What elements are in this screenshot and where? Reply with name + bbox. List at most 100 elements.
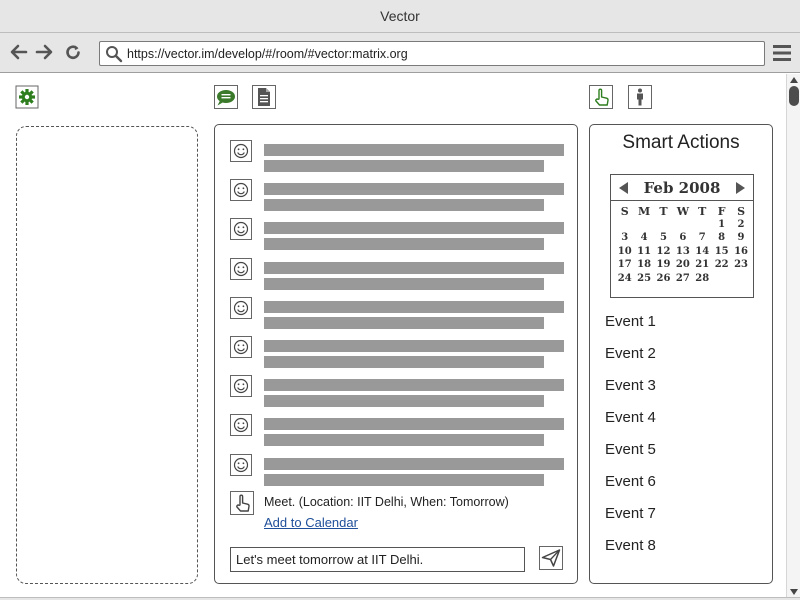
app-content: Meet. (Location: IIT Delhi, When: Tomorr…: [0, 74, 786, 600]
calendar-week-row: 17 18 19 20 21 22 23: [615, 259, 751, 273]
url-bar[interactable]: https://vector.im/develop/#/room/#vector…: [99, 41, 765, 66]
arrow-right-icon: [35, 44, 53, 60]
calendar-day[interactable]: 21: [693, 259, 712, 273]
calendar-day[interactable]: 18: [634, 259, 653, 273]
smiley-avatar-icon: [230, 179, 252, 202]
calendar-day[interactable]: 25: [634, 273, 653, 287]
hand-pointer-icon: [230, 491, 254, 515]
calendar-day[interactable]: 15: [712, 246, 731, 260]
calendar-day[interactable]: 20: [673, 259, 692, 273]
calendar-weekday-row: SMTWTFS: [615, 205, 751, 219]
smart-actions-toggle-button[interactable]: [589, 85, 613, 109]
event-item[interactable]: Event 8: [605, 537, 656, 569]
calendar-weekday: T: [659, 205, 668, 218]
scroll-thumb[interactable]: [789, 86, 799, 106]
window-title: Vector: [380, 8, 420, 24]
scroll-up-icon[interactable]: [789, 76, 799, 84]
calendar-day[interactable]: 7: [693, 232, 712, 246]
chat-panel: Meet. (Location: IIT Delhi, When: Tomorr…: [214, 124, 578, 584]
room-list-panel: [16, 126, 198, 584]
calendar-day: [654, 219, 673, 233]
chat-bubble-icon: [214, 85, 238, 109]
event-item[interactable]: Event 4: [605, 409, 656, 441]
message-item: [230, 375, 570, 408]
calendar-divider: [611, 200, 753, 201]
page-scrollbar[interactable]: [786, 74, 800, 598]
event-item[interactable]: Event 2: [605, 345, 656, 377]
calendar-grid: S M T W T F S 1 2 3 4 5 6 7 8 9 10 11 12 13 14 15 16 17 18 19 20 21…: [615, 205, 751, 286]
calendar-day[interactable]: 16: [731, 246, 750, 260]
calendar-day[interactable]: 28: [693, 273, 712, 287]
calendar-day[interactable]: 1: [712, 219, 731, 233]
forward-button[interactable]: [33, 41, 55, 63]
calendar-next-icon[interactable]: [735, 182, 745, 194]
send-icon: [539, 546, 563, 570]
back-button[interactable]: [8, 41, 30, 63]
calendar-day[interactable]: 14: [693, 246, 712, 260]
members-toggle-button[interactable]: [628, 85, 652, 109]
chat-tab-button[interactable]: [214, 85, 238, 109]
calendar-day[interactable]: 12: [654, 246, 673, 260]
message-placeholder-line: [264, 356, 544, 368]
calendar-day[interactable]: 3: [615, 232, 634, 246]
calendar-day[interactable]: 23: [731, 259, 750, 273]
calendar-day[interactable]: 9: [731, 232, 750, 246]
smiley-avatar-icon: [230, 218, 252, 241]
calendar-day[interactable]: 24: [615, 273, 634, 287]
smart-suggestion: Meet. (Location: IIT Delhi, When: Tomorr…: [230, 491, 570, 535]
message-input[interactable]: [230, 547, 525, 572]
event-item[interactable]: Event 7: [605, 505, 656, 537]
send-button[interactable]: [539, 546, 563, 570]
message-placeholder-line: [264, 222, 564, 235]
message-placeholder-line: [264, 340, 564, 352]
calendar-weekday: F: [717, 205, 726, 218]
message-placeholder-line: [264, 261, 564, 274]
message-placeholder-line: [264, 379, 564, 392]
message-placeholder-line: [264, 183, 564, 196]
smiley-avatar-icon: [230, 257, 252, 280]
calendar-day[interactable]: 2: [731, 219, 750, 233]
message-placeholder-line: [264, 457, 564, 470]
calendar-day[interactable]: 27: [673, 273, 692, 287]
window-titlebar: Vector: [0, 0, 800, 33]
smiley-avatar-icon: [230, 336, 252, 358]
calendar-day[interactable]: 26: [654, 273, 673, 287]
message-placeholder-line: [264, 238, 544, 251]
calendar-day[interactable]: 22: [712, 259, 731, 273]
smart-suggestion-text: Meet. (Location: IIT Delhi, When: Tomorr…: [264, 495, 509, 509]
add-to-calendar-link[interactable]: Add to Calendar: [264, 515, 358, 530]
calendar-day[interactable]: 6: [673, 232, 692, 246]
calendar-day: [693, 219, 712, 233]
message-item: [230, 179, 570, 212]
calendar-day[interactable]: 8: [712, 232, 731, 246]
event-item[interactable]: Event 3: [605, 377, 656, 409]
calendar-weekday: W: [676, 205, 690, 218]
calendar-day[interactable]: 11: [634, 246, 653, 260]
scroll-down-icon[interactable]: [789, 588, 799, 596]
calendar-day[interactable]: 13: [673, 246, 692, 260]
calendar-weekday: M: [637, 205, 651, 218]
calendar-week-row: 12: [615, 219, 751, 233]
calendar-week-row: 24 25 26 27 28: [615, 273, 751, 287]
document-icon: [252, 85, 276, 109]
settings-button[interactable]: [15, 85, 39, 109]
calendar-day: [615, 219, 634, 233]
calendar-weekday: S: [737, 205, 746, 218]
calendar-day[interactable]: 4: [634, 232, 653, 246]
event-item[interactable]: Event 1: [605, 313, 656, 345]
hand-pointer-icon: [589, 85, 613, 109]
calendar-day[interactable]: 17: [615, 259, 634, 273]
reload-button[interactable]: [62, 41, 84, 63]
event-item[interactable]: Event 5: [605, 441, 656, 473]
calendar-day[interactable]: 5: [654, 232, 673, 246]
calendar-weekday: T: [698, 205, 707, 218]
url-text: https://vector.im/develop/#/room/#vector…: [127, 46, 408, 61]
files-tab-button[interactable]: [252, 85, 276, 109]
calendar-day[interactable]: 19: [654, 259, 673, 273]
event-item[interactable]: Event 6: [605, 473, 656, 505]
calendar-widget: Feb 2008 S M T W T F S 1 2 3 4 5 6 7 8 9 10 11 12 13 14 15 16 1…: [610, 174, 754, 298]
browser-menu-button[interactable]: [772, 42, 792, 64]
message-item: [230, 336, 570, 368]
reload-icon: [66, 45, 80, 59]
calendar-day[interactable]: 10: [615, 246, 634, 260]
